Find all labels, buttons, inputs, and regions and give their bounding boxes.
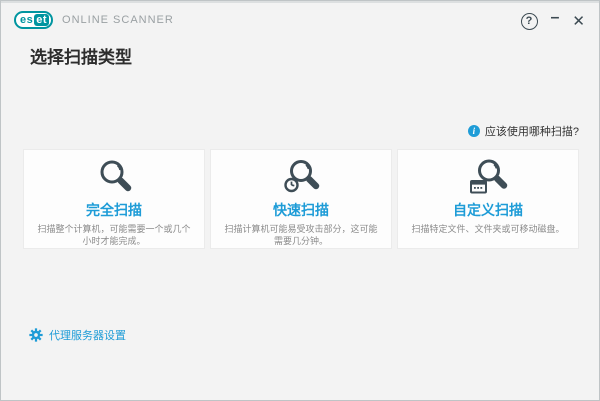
product-name: ONLINE SCANNER (62, 14, 174, 26)
window-controls: ? – ✕ (521, 9, 585, 33)
info-icon: i (468, 125, 480, 137)
gear-icon (29, 328, 43, 342)
proxy-settings-link[interactable]: 代理服务器设置 (29, 327, 126, 343)
custom-scan-description: 扫描特定文件、文件夹或可移动磁盘。 (398, 220, 578, 235)
full-scan-description: 扫描整个计算机，可能需要一个或几个小时才能完成。 (24, 220, 204, 247)
magnifier-panel-icon (398, 157, 578, 199)
eset-online-scanner-window: es et ONLINE SCANNER ? – ✕ 选择扫描类型 i 应该使用… (0, 0, 600, 401)
proxy-settings-label: 代理服务器设置 (49, 327, 126, 343)
full-scan-title: 完全扫描 (24, 200, 204, 220)
magnifier-clock-icon (211, 157, 391, 199)
quick-scan-description: 扫描计算机可能易受攻击部分，这可能需要几分钟。 (211, 220, 391, 247)
full-scan-card[interactable]: 完全扫描 扫描整个计算机，可能需要一个或几个小时才能完成。 (23, 149, 205, 249)
scan-cards: 完全扫描 扫描整个计算机，可能需要一个或几个小时才能完成。 快速扫描 扫描计算机… (23, 149, 579, 249)
page-title: 选择扫描类型 (30, 43, 132, 68)
custom-scan-card[interactable]: 自定义扫描 扫描特定文件、文件夹或可移动磁盘。 (397, 149, 579, 249)
close-button[interactable]: ✕ (572, 12, 585, 30)
which-scan-link[interactable]: i 应该使用哪种扫描? (468, 123, 579, 139)
help-button[interactable]: ? (521, 13, 538, 30)
titlebar: es et ONLINE SCANNER (14, 11, 174, 29)
quick-scan-card[interactable]: 快速扫描 扫描计算机可能易受攻击部分，这可能需要几分钟。 (210, 149, 392, 249)
minimize-button[interactable]: – (551, 9, 560, 33)
eset-logo-icon: es et (14, 11, 53, 29)
quick-scan-title: 快速扫描 (211, 200, 391, 220)
eset-logo-et: et (34, 14, 49, 26)
which-scan-label: 应该使用哪种扫描? (485, 123, 579, 139)
eset-logo-es: es (20, 14, 33, 26)
custom-scan-title: 自定义扫描 (398, 200, 578, 220)
magnifier-icon (24, 157, 204, 199)
